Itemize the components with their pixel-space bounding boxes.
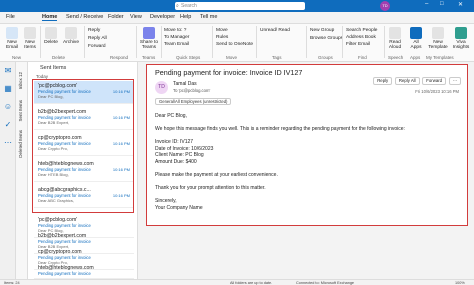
tasks-icon[interactable]: ✓	[3, 120, 13, 130]
zoom-level[interactable]: 100%	[455, 281, 465, 285]
sync-status: All folders are up to date.	[230, 280, 273, 285]
rules-button[interactable]: Rules	[216, 35, 228, 40]
tab-folder[interactable]: Folder	[108, 14, 124, 20]
reply-all-button[interactable]: Reply All	[394, 77, 420, 85]
sensitivity-tag: General\All Employees (unrestricted)	[155, 98, 232, 105]
app-rail: ✉ ▦ ☺ ✓ ⋯	[0, 62, 16, 280]
account-avatar[interactable]: TD	[380, 1, 390, 11]
sender-avatar: TD	[155, 81, 168, 94]
tab-view[interactable]: View	[130, 14, 142, 20]
tab-home[interactable]: Home	[42, 14, 58, 21]
search-box[interactable]: ⌕ Search	[175, 2, 305, 10]
message-list: Sent Items Today 'pc@pcblog.com' Pending …	[28, 62, 138, 280]
list-item[interactable]: cp@cryptopro.com Pending payment for invo…	[34, 133, 134, 156]
menu-bar: File Home Send / Receive Folder View Dev…	[0, 12, 474, 24]
maximize-icon[interactable]: □	[440, 1, 444, 7]
calendar-icon[interactable]: ▦	[3, 84, 13, 94]
browse-groups-button[interactable]: Browse Groups	[310, 36, 343, 41]
forward-button[interactable]: Forward	[422, 77, 447, 85]
folder-deleted-items[interactable]: Deleted Items	[18, 130, 23, 158]
list-item[interactable]: hteb@hteblognews.com Pending payment for …	[34, 263, 134, 279]
new-group-button[interactable]: New Group	[310, 28, 334, 33]
sender-name[interactable]: Tamal Das	[173, 81, 197, 87]
list-item[interactable]: hteb@hteblognews.com Pending payment for …	[34, 159, 134, 182]
read-aloud-button[interactable]: Read Aloud	[386, 27, 404, 50]
recipient-line: To 'pc@pcblog.com'	[173, 88, 211, 93]
unread-read-button[interactable]: Unread/ Read	[260, 28, 290, 33]
message-date: Fri 10/6/2023 10:16 PM	[415, 89, 459, 94]
minimize-icon[interactable]: –	[425, 1, 428, 7]
quickstep-to-manager[interactable]: To Manager	[164, 35, 189, 40]
send-to-onenote-button[interactable]: Send to OneNote	[216, 42, 253, 47]
viva-icon	[455, 27, 467, 39]
date-group-label: Today	[36, 74, 49, 79]
new-email-button[interactable]: New Email	[3, 27, 21, 50]
ribbon: New Email New Items New Delete Archive D…	[0, 24, 474, 62]
move-button[interactable]: Move	[216, 28, 228, 33]
mail-icon[interactable]: ✉	[3, 66, 13, 76]
more-options-icon[interactable]: ⋯	[448, 77, 461, 85]
reading-pane: Pending payment for invoice: Invoice ID …	[146, 64, 468, 226]
search-people-field[interactable]: Search People	[346, 28, 377, 33]
filter-email-button[interactable]: Filter Email	[346, 42, 370, 47]
share-to-teams-button[interactable]: Share to Teams	[138, 27, 160, 50]
reply-all-button[interactable]: Reply All	[88, 36, 107, 41]
quickstep-move-to[interactable]: Move to: ?	[164, 28, 186, 33]
tab-send-receive[interactable]: Send / Receive	[66, 14, 103, 20]
message-subject: Pending payment for invoice: Invoice ID …	[155, 68, 303, 77]
new-items-button[interactable]: New Items	[22, 27, 38, 50]
list-item[interactable]: b2b@b2bexpert.com Pending payment for inv…	[34, 107, 134, 130]
message-actions: Reply Reply All Forward ⋯	[372, 77, 461, 86]
folder-inbox[interactable]: Inbox 12	[18, 72, 23, 89]
reply-button[interactable]: Reply	[373, 77, 393, 85]
apps-icon	[410, 27, 422, 39]
reply-button[interactable]: Reply	[88, 28, 100, 33]
more-apps-icon[interactable]: ⋯	[3, 138, 13, 148]
speaker-icon	[389, 27, 401, 39]
list-item[interactable]: 'pc@pcblog.com' Pending payment for invoi…	[34, 81, 134, 104]
tab-tell-me[interactable]: Tell me	[200, 14, 217, 20]
quickstep-team-email[interactable]: Team Email	[164, 42, 189, 47]
tab-file[interactable]: File	[6, 14, 15, 20]
folder-sent-items[interactable]: Sent Items	[18, 100, 23, 122]
list-header: Sent Items	[40, 65, 67, 71]
new-template-button[interactable]: New Template	[428, 27, 448, 50]
archive-icon	[65, 27, 77, 39]
address-book-button[interactable]: Address Book	[346, 35, 376, 40]
people-icon[interactable]: ☺	[3, 102, 13, 112]
mail-icon	[6, 27, 18, 39]
tab-developer[interactable]: Developer	[150, 14, 175, 20]
new-items-icon	[24, 27, 36, 39]
title-bar: ⌕ Search TD – □ ✕	[0, 0, 474, 12]
search-icon: ⌕	[176, 3, 179, 9]
forward-button[interactable]: Forward	[88, 44, 106, 49]
list-item[interactable]: abcg@abcgraphics.c... Pending payment for…	[34, 185, 134, 208]
viva-insights-button[interactable]: Viva Insights	[452, 27, 470, 50]
archive-button[interactable]: Archive	[62, 27, 80, 45]
delete-button[interactable]: Delete	[43, 27, 59, 45]
tab-help[interactable]: Help	[180, 14, 191, 20]
message-body: Dear PC Blog, We hope this message finds…	[155, 113, 405, 211]
all-apps-button[interactable]: All Apps	[408, 27, 424, 50]
status-bar: Items: 24 All folders are up to date. Co…	[0, 279, 474, 285]
item-count: Items: 24	[4, 280, 20, 285]
template-icon	[432, 27, 444, 39]
search-placeholder: Search	[181, 3, 197, 9]
connection-status: Connected to: Microsoft Exchange	[296, 280, 355, 285]
trash-icon	[45, 27, 57, 39]
teams-icon	[143, 27, 155, 39]
folder-pane-collapsed: Inbox 12 Sent Items Deleted Items	[16, 62, 28, 280]
close-icon[interactable]: ✕	[458, 1, 463, 8]
